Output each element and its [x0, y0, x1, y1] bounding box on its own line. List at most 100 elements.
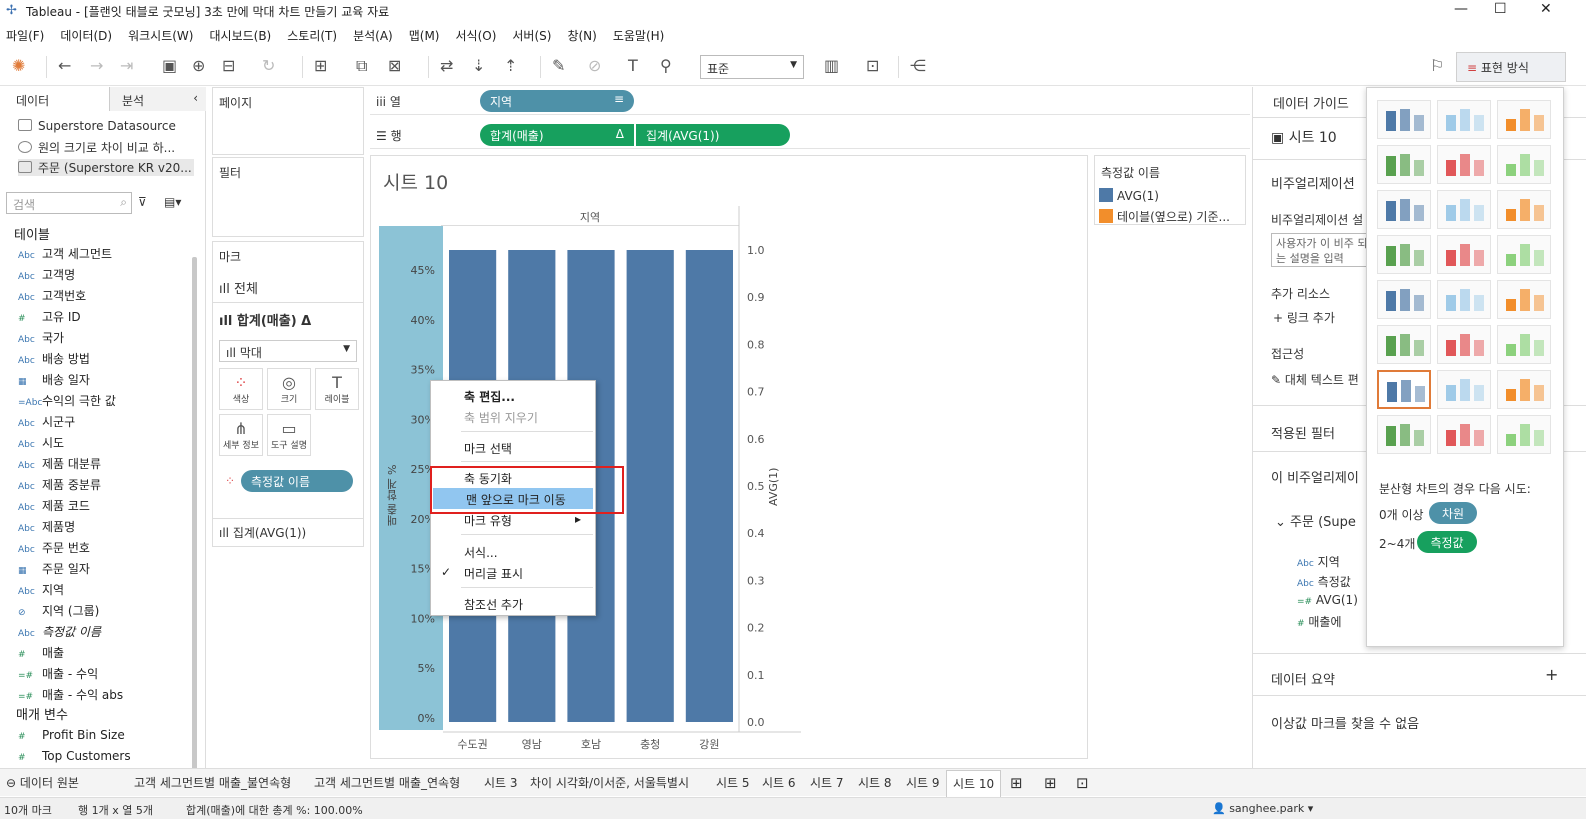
swap-icon[interactable]: ⇄: [440, 56, 453, 75]
new-dashboard-icon[interactable]: ⊞: [1044, 774, 1057, 792]
alt-text-button[interactable]: ✎ 대체 텍스트 편: [1271, 371, 1359, 388]
size-button[interactable]: ◎ 크기: [267, 368, 311, 410]
chart-type-dual-lines-icon[interactable]: [1497, 280, 1551, 319]
field-item[interactable]: Abc 제품명: [18, 518, 75, 535]
new-worksheet-icon[interactable]: ⊞: [1010, 774, 1023, 792]
parameter-item[interactable]: # Top Customers: [18, 749, 131, 763]
menu-dashboard[interactable]: 대시보드(B): [209, 27, 271, 44]
minimize-button[interactable]: —: [1454, 1, 1468, 17]
tab-sheet-active[interactable]: 시트 10: [946, 770, 1002, 798]
menu-file[interactable]: 파일(F): [6, 27, 44, 44]
scrollbar[interactable]: [192, 257, 197, 777]
legend-item[interactable]: AVG(1): [1099, 188, 1159, 203]
sort-desc-icon[interactable]: ⇡: [504, 56, 517, 75]
tableau-home-icon[interactable]: ✺: [12, 56, 25, 75]
fit-dropdown[interactable]: 표준 ▼: [700, 55, 804, 79]
replay-icon[interactable]: ⇥: [120, 56, 133, 75]
context-menu-item[interactable]: 축 범위 지우기: [431, 406, 595, 427]
rows-shelf[interactable]: ☰ 행 합계(매출) Δ 집계(AVG(1)): [370, 121, 1250, 149]
maximize-button[interactable]: ☐: [1494, 1, 1507, 17]
field-item[interactable]: Abc 제품 코드: [18, 497, 90, 514]
context-menu-item[interactable]: 참조선 추가: [431, 593, 595, 614]
field-item[interactable]: # 매출: [18, 644, 64, 661]
pause-updates-icon[interactable]: ⊟: [222, 56, 235, 75]
chart-type-highlight-table-icon[interactable]: [1497, 100, 1551, 139]
share-icon[interactable]: ⋲: [910, 56, 926, 75]
menu-server[interactable]: 서버(S): [512, 27, 551, 44]
view-options-icon[interactable]: ▤▾: [164, 195, 181, 209]
datasource-item-active[interactable]: 주문 (Superstore KR v20...: [18, 159, 194, 176]
field-item[interactable]: Abc 제품 대분류: [18, 455, 101, 472]
field-item[interactable]: ▦ 배송 일자: [18, 371, 90, 388]
new-story-icon[interactable]: ⊡: [1076, 774, 1089, 792]
field-item[interactable]: Abc 국가: [18, 329, 64, 346]
source-item[interactable]: ⌄ 주문 (Supe: [1275, 511, 1356, 530]
new-datasource-icon[interactable]: ⊕: [192, 56, 205, 75]
tab-sheet[interactable]: 시트 9: [906, 774, 940, 791]
context-menu-item[interactable]: 서식...: [431, 541, 595, 562]
chart-type-scatter-plot-icon[interactable]: [1377, 370, 1431, 409]
field-item[interactable]: ⊘ 지역 (그룹): [18, 602, 99, 619]
field-item[interactable]: Abc 배송 방법: [18, 350, 90, 367]
tab-sheet[interactable]: 고객 세그먼트별 매출_연속형: [314, 774, 460, 791]
chart-type-line-discrete-icon[interactable]: [1437, 280, 1491, 319]
chart-type-side-by-side-bars-icon[interactable]: [1497, 190, 1551, 229]
field-item[interactable]: Abc 지역: [18, 581, 64, 598]
datasource-item[interactable]: 원의 크기로 차이 비교 하...: [18, 139, 175, 156]
tab-analysis[interactable]: 분석 ‹: [110, 87, 206, 111]
menu-worksheet[interactable]: 워크시트(W): [128, 27, 193, 44]
tooltip-button[interactable]: ▭ 도구 설명: [267, 414, 311, 456]
chart-type-heat-map-icon[interactable]: [1437, 100, 1491, 139]
measure-names-pill[interactable]: 측정값 이름: [241, 470, 353, 492]
tab-datasource[interactable]: ⊖ 데이터 원본: [6, 774, 79, 791]
refresh-icon[interactable]: ↻: [262, 56, 275, 75]
chart-type-side-by-side-circles-icon[interactable]: [1497, 235, 1551, 274]
field-item[interactable]: Abc 제품 중분류: [18, 476, 101, 493]
expand-plus-icon[interactable]: +: [1545, 665, 1558, 684]
tab-sheet[interactable]: 시트 3: [484, 774, 518, 791]
field-item[interactable]: Abc 주문 번호: [18, 539, 90, 556]
chart-type-dual-combination-icon[interactable]: [1497, 325, 1551, 364]
field-item[interactable]: Abc 시도: [18, 434, 64, 451]
new-worksheet-icon[interactable]: ⊞: [314, 56, 327, 75]
context-menu-item[interactable]: 머리글 표시 ✓: [431, 562, 595, 583]
avg-pill[interactable]: 집계(AVG(1)): [636, 124, 790, 146]
region-pill[interactable]: 지역 ≡: [480, 90, 634, 112]
group-icon[interactable]: ⊘: [588, 56, 601, 75]
chart-type-histogram-icon[interactable]: [1437, 370, 1491, 409]
undo-icon[interactable]: ←: [58, 56, 71, 75]
show-me-button[interactable]: ≡ 표현 방식: [1456, 52, 1566, 82]
menu-analysis[interactable]: 분석(A): [353, 27, 393, 44]
tab-sheet[interactable]: 시트 5: [716, 774, 750, 791]
duplicate-icon[interactable]: ⧉: [356, 56, 367, 76]
chart-type-packed-bubbles-icon[interactable]: [1497, 415, 1551, 454]
collapse-icon[interactable]: ‹: [193, 91, 198, 105]
fix-axes-icon[interactable]: ⚲: [660, 56, 672, 75]
field-item[interactable]: Abc 시군구: [18, 413, 75, 430]
pages-card[interactable]: 페이지: [212, 87, 364, 155]
field-item[interactable]: Abc 고객 세그먼트: [18, 245, 112, 262]
filter-icon[interactable]: ⊽: [138, 195, 147, 209]
menu-data[interactable]: 데이터(D): [60, 27, 112, 44]
tab-data[interactable]: 데이터: [0, 87, 110, 111]
search-input[interactable]: 검색 ⌕: [6, 192, 132, 214]
close-button[interactable]: ✕: [1540, 1, 1552, 17]
sort-asc-icon[interactable]: ⇣: [472, 56, 485, 75]
show-cards-icon[interactable]: ▥: [824, 56, 839, 75]
mark-type-dropdown[interactable]: ıll 막대 ▼: [219, 340, 357, 362]
context-menu-item[interactable]: 마크 선택: [431, 437, 595, 458]
chart-type-line-continuous-icon[interactable]: [1377, 280, 1431, 319]
field-item[interactable]: =Abc수익의 극한 값: [18, 392, 116, 409]
save-icon[interactable]: ▣: [162, 56, 177, 75]
chart-type-treemap-icon[interactable]: [1377, 235, 1431, 274]
label-button[interactable]: T 레이블: [315, 368, 359, 410]
field-item[interactable]: =# 매출 - 수익 abs: [18, 686, 123, 703]
redo-icon[interactable]: →: [90, 56, 103, 75]
marks-avg-tab[interactable]: ıll 집계(AVG(1)): [219, 524, 306, 541]
legend-item[interactable]: 테이블(옆으로) 기준...: [1099, 208, 1230, 225]
datasource-item[interactable]: Superstore Datasource: [18, 119, 176, 133]
chart-type-pie-chart-icon[interactable]: [1497, 145, 1551, 184]
menu-map[interactable]: 맵(M): [409, 27, 440, 44]
sum-sales-pill[interactable]: 합계(매출) Δ: [480, 124, 634, 146]
menu-story[interactable]: 스토리(T): [287, 27, 337, 44]
